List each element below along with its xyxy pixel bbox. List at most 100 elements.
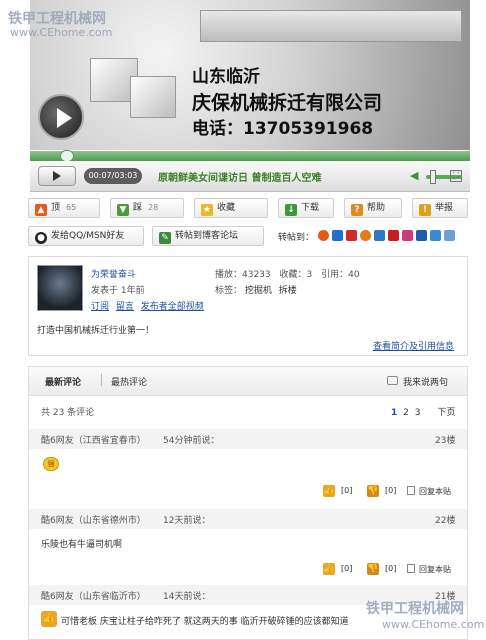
quote-count: 引用：40 [321,270,360,280]
share-site-icon[interactable] [444,230,455,241]
author-info-box: 为荣誉奋斗 发表于 1年前 订阅 留言 发布者全部视频 播放：43233 收藏：… [28,256,468,356]
player-control-bar: 00:07/03:03 原朝鲜美女间谍访日 曾制造百人空难 ◀ ⛶ [30,161,470,192]
fullscreen-icon[interactable]: ⛶ [450,170,462,182]
up-votes: [0] [341,486,353,495]
thumb-down-icon: ▼ [117,204,129,216]
volume-knob[interactable] [430,170,436,184]
reply-link[interactable]: 回复本贴 [419,564,451,575]
share-site-icon[interactable] [332,230,343,241]
page-2[interactable]: 2 [403,408,409,418]
post-blog-button[interactable]: ✎ 转帖到博客论坛 [152,226,264,246]
share-site-icon[interactable] [374,230,385,241]
volume-icon[interactable]: ◀ [410,170,422,182]
down-label: 踩 [133,203,143,213]
publish-time: 发表于 1年前 [91,286,145,296]
play-icon [53,171,61,181]
share-label: 转帖到： [278,233,315,243]
message-link[interactable]: 留言 [116,302,134,312]
comment-floor: 23楼 [435,436,456,446]
post-blog-label: 转帖到博客论坛 [175,231,239,241]
watermark-url: www.CEhome.com [382,618,485,631]
comment-icon [387,376,398,385]
reply-icon [407,564,415,573]
up-count: 65 [66,203,77,212]
thumb-up-icon[interactable]: 👍 [323,563,335,575]
weibo-icon[interactable] [360,230,371,241]
video-scene-shelf [200,10,462,42]
down-votes: [0] [385,564,397,573]
tab-hot-comments[interactable]: 最热评论 [111,375,147,388]
page-3[interactable]: 3 [415,408,421,418]
download-label: 下载 [301,203,320,213]
page-1[interactable]: 1 [391,408,397,418]
video-scene-box [130,76,176,118]
down-count: 28 [148,203,159,212]
thumb-down-icon[interactable]: 👎 [367,563,379,575]
tag[interactable]: 挖掘机 [245,286,272,296]
author-links: 订阅 留言 发布者全部视频 [91,299,204,312]
share-site-icon[interactable] [318,230,329,241]
big-play-icon[interactable] [38,94,84,140]
comment-meta: 酷6网友（山东省德州市） 12天前说： 22楼 [29,509,467,529]
up-votes: [0] [341,564,353,573]
write-comment-link[interactable]: 我来说两句 [403,375,448,388]
down-button[interactable]: ▼ 踩 28 [110,198,184,218]
subscribe-link[interactable]: 订阅 [91,302,109,312]
video-overlay-text: 庆保机械拆迁有限公司 [192,92,383,114]
tags: 标签： 挖掘机 拆楼 [215,283,297,296]
up-button[interactable]: ▲ 顶 65 [28,198,100,218]
favorite-count: 收藏：3 [279,270,313,280]
comment-total: 共 23 条评论 [41,408,95,418]
watermark-title: 铁甲工程机械网 [366,601,464,617]
favorite-label: 收藏 [217,203,236,213]
download-button[interactable]: ↓ 下载 [278,198,334,218]
report-label: 举报 [435,203,454,213]
more-info-link[interactable]: 查看简介及引用信息 [373,339,454,352]
next-page[interactable]: 下页 [437,408,455,418]
emoticon-icon: 强 [43,457,59,471]
time-display: 00:07/03:03 [84,168,142,184]
share-site-icon[interactable] [346,230,357,241]
tags-label: 标签： [215,286,243,296]
reply-icon [407,486,415,495]
thumb-down-icon[interactable]: 👎 [367,485,379,497]
progress-bar[interactable] [30,150,470,162]
share-site-icon[interactable] [416,230,427,241]
comment-meta: 酷6网友（江西省宜春市） 54分钟前说： 23楼 [29,429,467,449]
send-qq-button[interactable]: ● 发给QQ/MSN好友 [28,226,144,246]
star-icon: ★ [201,204,213,216]
send-qq-label: 发给QQ/MSN好友 [51,231,125,241]
tab-divider [101,374,102,386]
help-label: 帮助 [367,203,386,213]
tab-latest-comments[interactable]: 最新评论 [45,375,81,388]
thumb-up-icon[interactable]: 👍 [323,485,335,497]
all-videos-link[interactable]: 发布者全部视频 [141,302,204,312]
avatar[interactable] [37,265,83,311]
share-site-icon[interactable] [402,230,413,241]
tag[interactable]: 拆楼 [279,286,297,296]
help-icon: ? [351,204,363,216]
qq-icon: ● [35,232,47,244]
pagination: 1 2 3 下页 [391,405,455,418]
report-button[interactable]: ! 举报 [412,198,468,218]
blog-icon: ✎ [159,232,171,244]
author-name[interactable]: 为荣誉奋斗 [91,267,136,280]
download-icon: ↓ [285,204,297,216]
up-label: 顶 [51,203,61,213]
thumb-up-icon: ▲ [35,204,47,216]
reply-link[interactable]: 回复本贴 [419,486,451,497]
video-title: 原朝鲜美女间谍访日 曾制造百人空难 [158,173,322,184]
play-count: 播放：43233 [215,270,271,280]
comment-user: 酷6网友（山东省临沂市） [41,592,146,602]
comment-user: 酷6网友（江西省宜春市） [41,436,146,446]
comment-time: 14天前说： [163,592,211,602]
share-site-icon[interactable] [430,230,441,241]
help-button[interactable]: ? 帮助 [344,198,402,218]
comment-tabs: 最新评论 最热评论 我来说两句 [29,367,467,396]
share-site-icon[interactable] [388,230,399,241]
watermark-title: 铁甲工程机械网 [8,11,106,27]
play-button[interactable] [38,166,76,186]
favorite-button[interactable]: ★ 收藏 [194,198,268,218]
video-overlay-text: 电话：13705391968 [192,119,374,139]
warning-icon: ! [419,204,431,216]
